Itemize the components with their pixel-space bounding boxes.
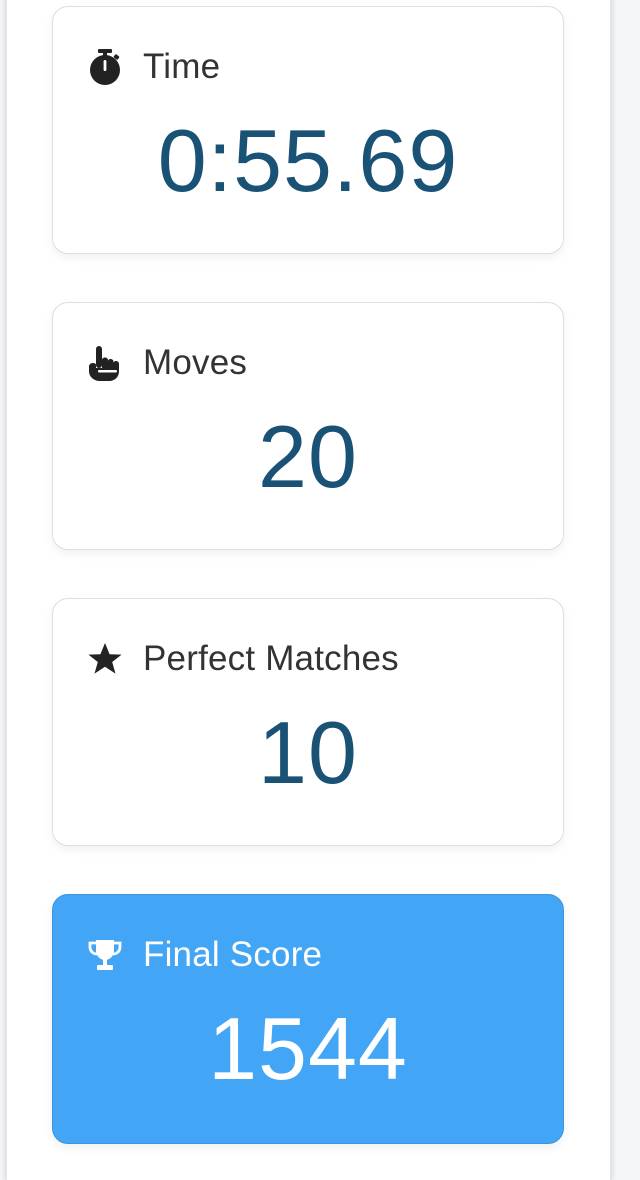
time-label-row: Time (87, 45, 220, 89)
stopwatch-icon (87, 48, 125, 86)
moves-label-row: Moves (87, 341, 247, 385)
perfect-matches-label-row: Perfect Matches (87, 637, 399, 681)
moves-card: Moves 20 (52, 302, 564, 550)
pointer-hand-icon (87, 344, 125, 382)
time-value: 0:55.69 (157, 111, 459, 210)
moves-value: 20 (258, 407, 358, 506)
trophy-icon (87, 936, 125, 974)
star-icon (87, 640, 125, 678)
perfect-matches-card: Perfect Matches 10 (52, 598, 564, 846)
final-score-value: 1544 (208, 999, 408, 1098)
final-score-card: Final Score 1544 (52, 894, 564, 1144)
moves-label: Moves (143, 343, 248, 382)
final-score-label: Final Score (143, 935, 323, 974)
perfect-matches-label: Perfect Matches (143, 639, 399, 678)
time-label: Time (143, 47, 221, 86)
perfect-matches-value: 10 (258, 703, 358, 802)
time-card: Time 0:55.69 (52, 6, 564, 254)
final-score-label-row: Final Score (87, 933, 322, 977)
